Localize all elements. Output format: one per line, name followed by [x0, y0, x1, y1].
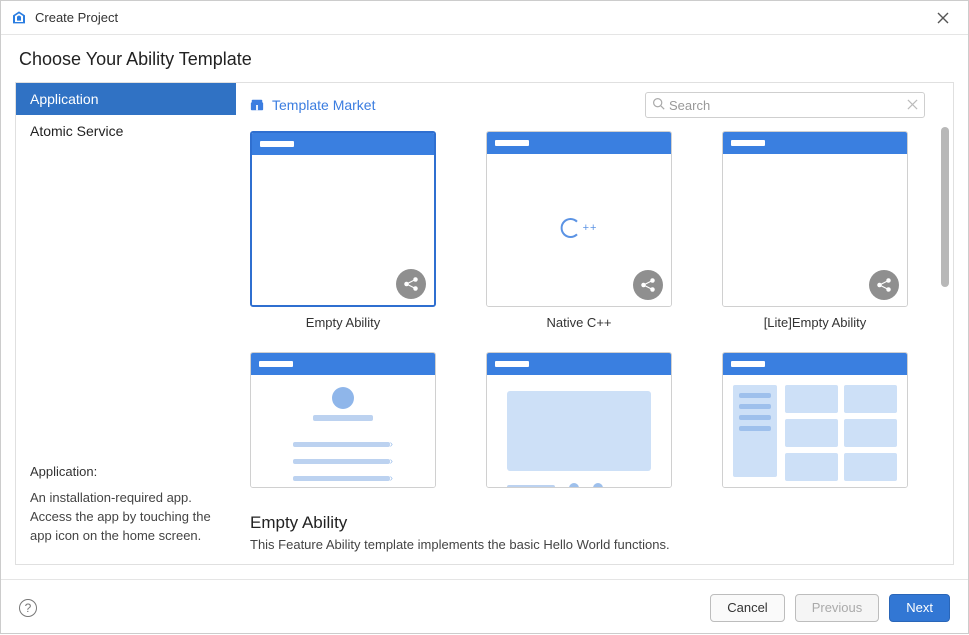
cancel-button[interactable]: Cancel: [710, 594, 784, 622]
share-badge-icon: [633, 270, 663, 300]
sidebar-item-atomic-service[interactable]: Atomic Service: [16, 115, 236, 147]
search-icon: [652, 97, 665, 113]
template-card-category[interactable]: [486, 352, 672, 488]
sidebar-list: Application Atomic Service: [16, 83, 236, 452]
help-icon[interactable]: ?: [19, 599, 37, 617]
share-badge-icon: [869, 270, 899, 300]
previous-button[interactable]: Previous: [795, 594, 880, 622]
footer: ? Cancel Previous Next: [1, 579, 968, 635]
body: Application Atomic Service Application: …: [15, 82, 954, 565]
app-logo-icon: [11, 10, 27, 26]
template-gallery: Empty Ability ++ Nat: [250, 127, 953, 488]
page-title: Choose Your Ability Template: [15, 49, 954, 70]
template-label: [Lite]Empty Ability: [764, 315, 867, 330]
search-box[interactable]: [645, 92, 925, 118]
template-detail: Empty Ability This Feature Ability templ…: [250, 505, 953, 564]
sidebar-description: Application: An installation-required ap…: [16, 452, 236, 564]
share-badge-icon: [396, 269, 426, 299]
template-card-lite-empty-ability[interactable]: [Lite]Empty Ability: [722, 131, 908, 330]
template-label: Native C++: [546, 315, 611, 330]
sidebar-item-application[interactable]: Application: [16, 83, 236, 115]
main: Template Market: [236, 83, 953, 564]
sidebar: Application Atomic Service Application: …: [16, 83, 236, 564]
main-header: Template Market: [250, 83, 953, 127]
gallery-wrap: Empty Ability ++ Nat: [250, 127, 953, 505]
clear-icon[interactable]: [907, 97, 918, 113]
sidebar-item-label: Atomic Service: [30, 123, 123, 139]
template-market-label: Template Market: [272, 97, 375, 113]
sidebar-item-label: Application: [30, 91, 99, 107]
sidebar-desc-title: Application:: [30, 464, 222, 479]
titlebar: Create Project: [1, 1, 968, 35]
store-icon: [250, 98, 264, 112]
next-button[interactable]: Next: [889, 594, 950, 622]
detail-title: Empty Ability: [250, 513, 941, 533]
content: Choose Your Ability Template Application…: [1, 35, 968, 579]
close-button[interactable]: [928, 3, 958, 33]
template-market-link[interactable]: Template Market: [250, 97, 375, 113]
scrollbar[interactable]: [941, 127, 949, 287]
template-label: Empty Ability: [306, 315, 380, 330]
template-card-dashboard[interactable]: [722, 352, 908, 488]
template-card-native-cpp[interactable]: ++ Native C++: [486, 131, 672, 330]
detail-description: This Feature Ability template implements…: [250, 537, 941, 552]
search-input[interactable]: [669, 98, 907, 113]
window-title: Create Project: [35, 10, 928, 25]
template-card-empty-ability[interactable]: Empty Ability: [250, 131, 436, 330]
template-card-about[interactable]: › › ›: [250, 352, 436, 488]
sidebar-desc-text: An installation-required app. Access the…: [30, 489, 222, 546]
